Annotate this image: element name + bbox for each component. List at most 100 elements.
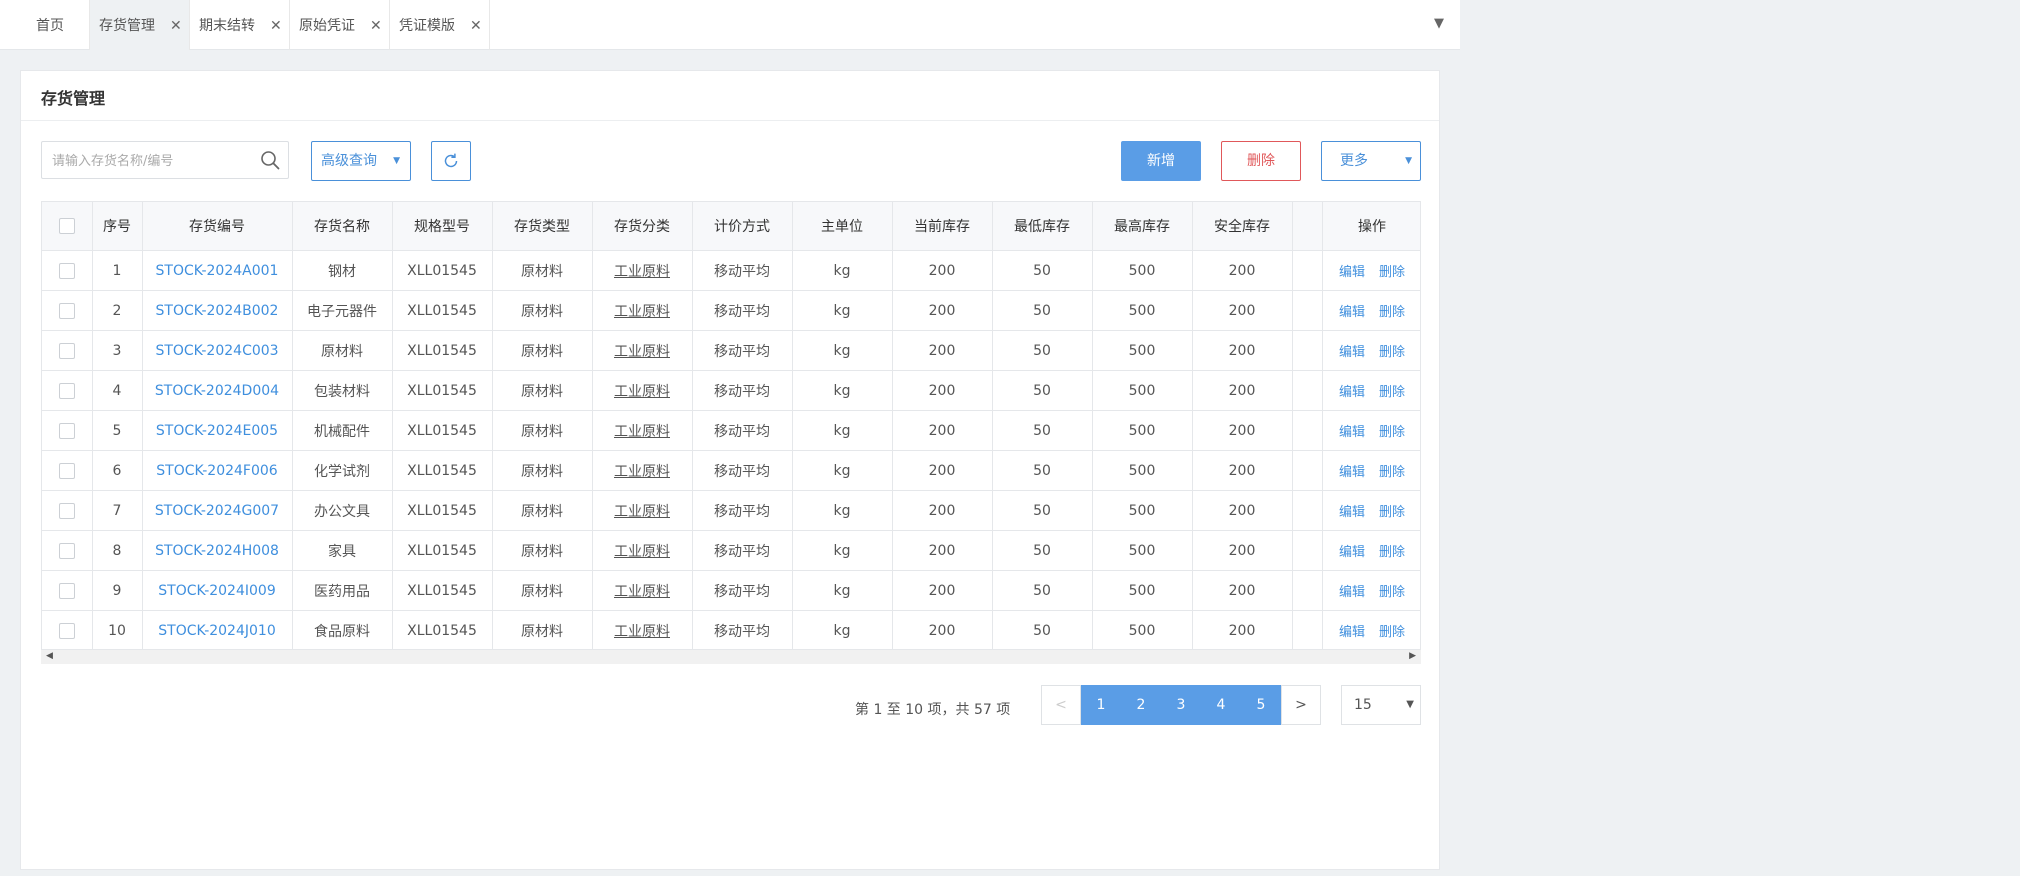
inventory-code-link[interactable]: STOCK-2024E005 [156,423,278,439]
close-icon[interactable]: ✕ [170,0,182,52]
main-unit: kg [792,250,893,291]
inventory-category-link[interactable]: 工业原料 [614,344,670,360]
delete-link[interactable]: 删除 [1379,545,1405,560]
more-label: 更多 [1340,153,1368,169]
current-stock: 200 [892,290,993,331]
delete-link[interactable]: 删除 [1379,265,1405,280]
delete-button[interactable]: 删除 [1221,141,1301,181]
inventory-name: 医药用品 [292,570,393,611]
edit-link[interactable]: 编辑 [1339,425,1365,440]
edit-link[interactable]: 编辑 [1339,625,1365,640]
close-icon[interactable]: ✕ [270,0,282,52]
page-button-2[interactable]: 2 [1121,685,1161,725]
search-input[interactable] [50,150,254,172]
page-button-4[interactable]: 4 [1201,685,1241,725]
advanced-search-button[interactable]: 高级查询 ▼ [311,141,411,181]
main-unit: kg [792,450,893,491]
row-checkbox[interactable] [58,302,75,319]
delete-link[interactable]: 删除 [1379,305,1405,320]
select-all-checkbox[interactable] [58,218,75,234]
inventory-category-link[interactable]: 工业原料 [614,424,670,440]
inventory-panel: 存货管理 高级查询 ▼ 新增 删除 更多 ▼ [20,70,1440,870]
edit-link[interactable]: 编辑 [1339,585,1365,600]
row-checkbox[interactable] [58,262,75,279]
edit-link[interactable]: 编辑 [1339,305,1365,320]
inventory-code-link[interactable]: STOCK-2024F006 [156,463,277,479]
edit-link[interactable]: 编辑 [1339,505,1365,520]
inventory-category-link[interactable]: 工业原料 [614,264,670,280]
tab-home[interactable]: 首页 [0,0,90,50]
valuation-method: 移动平均 [692,290,793,331]
tab-voucher-template[interactable]: 凭证模版 ✕ [390,0,490,50]
page-button-1[interactable]: 1 [1081,685,1121,725]
refresh-button[interactable] [431,141,471,181]
edit-link[interactable]: 编辑 [1339,465,1365,480]
inventory-type: 原材料 [492,570,593,611]
delete-link[interactable]: 删除 [1379,505,1405,520]
inventory-code-link[interactable]: STOCK-2024C003 [155,343,278,359]
row-select-cell [42,290,93,331]
inventory-code-link[interactable]: STOCK-2024J010 [158,623,275,639]
add-button[interactable]: 新增 [1121,141,1201,181]
actions-cell: 编辑 删除 [1322,450,1420,491]
delete-link[interactable]: 删除 [1379,625,1405,640]
advanced-search-label: 高级查询 [321,153,377,169]
page-button-3[interactable]: 3 [1161,685,1201,725]
search-icon[interactable] [260,150,280,170]
prev-page-button[interactable]: < [1041,685,1081,725]
row-checkbox[interactable] [58,582,75,599]
inventory-code-link[interactable]: STOCK-2024G007 [155,503,279,519]
min-stock: 50 [992,570,1093,611]
edit-link[interactable]: 编辑 [1339,265,1365,280]
inventory-code-cell: STOCK-2024D004 [142,370,293,411]
edit-link[interactable]: 编辑 [1339,545,1365,560]
delete-link[interactable]: 删除 [1379,345,1405,360]
main-unit: kg [792,610,893,651]
row-checkbox[interactable] [58,502,75,519]
delete-link[interactable]: 删除 [1379,585,1405,600]
row-index: 4 [92,370,143,411]
row-checkbox[interactable] [58,382,75,399]
main-unit: kg [792,570,893,611]
more-button[interactable]: 更多 ▼ [1321,141,1421,181]
inventory-category-link[interactable]: 工业原料 [614,624,670,640]
delete-link[interactable]: 删除 [1379,465,1405,480]
inventory-category-link[interactable]: 工业原料 [614,384,670,400]
close-icon[interactable]: ✕ [370,0,382,52]
row-checkbox[interactable] [58,542,75,559]
inventory-code-link[interactable]: STOCK-2024A001 [156,263,279,279]
inventory-code-cell: STOCK-2024H008 [142,530,293,571]
inventory-code-link[interactable]: STOCK-2024H008 [155,543,279,559]
inventory-category-link[interactable]: 工业原料 [614,464,670,480]
row-checkbox[interactable] [58,342,75,359]
row-checkbox[interactable] [58,422,75,439]
page-button-5[interactable]: 5 [1241,685,1281,725]
valuation-method: 移动平均 [692,370,793,411]
page-size-select[interactable]: 15 ▼ [1341,685,1421,725]
inventory-category-link[interactable]: 工业原料 [614,584,670,600]
horizontal-scrollbar[interactable]: ◀ ▶ [41,649,1421,664]
main-unit: kg [792,290,893,331]
tab-inventory[interactable]: 存货管理 ✕ [90,0,190,50]
current-stock: 200 [892,250,993,291]
inventory-category-link[interactable]: 工业原料 [614,304,670,320]
row-checkbox[interactable] [58,462,75,479]
row-checkbox[interactable] [58,622,75,639]
inventory-category-link[interactable]: 工业原料 [614,544,670,560]
scroll-left-icon[interactable]: ◀ [46,651,53,661]
delete-link[interactable]: 删除 [1379,425,1405,440]
inventory-code-link[interactable]: STOCK-2024I009 [158,583,275,599]
edit-link[interactable]: 编辑 [1339,345,1365,360]
inventory-category-link[interactable]: 工业原料 [614,504,670,520]
inventory-code-link[interactable]: STOCK-2024B002 [156,303,279,319]
next-page-button[interactable]: > [1281,685,1321,725]
edit-link[interactable]: 编辑 [1339,385,1365,400]
tab-dropdown-icon[interactable]: ▼ [1432,17,1446,31]
tab-original-voucher[interactable]: 原始凭证 ✕ [290,0,390,50]
inventory-code-link[interactable]: STOCK-2024D004 [155,383,279,399]
tab-period-end[interactable]: 期末结转 ✕ [190,0,290,50]
scroll-right-icon[interactable]: ▶ [1409,651,1416,661]
spec-model: XLL01545 [392,290,493,331]
delete-link[interactable]: 删除 [1379,385,1405,400]
close-icon[interactable]: ✕ [470,0,482,52]
